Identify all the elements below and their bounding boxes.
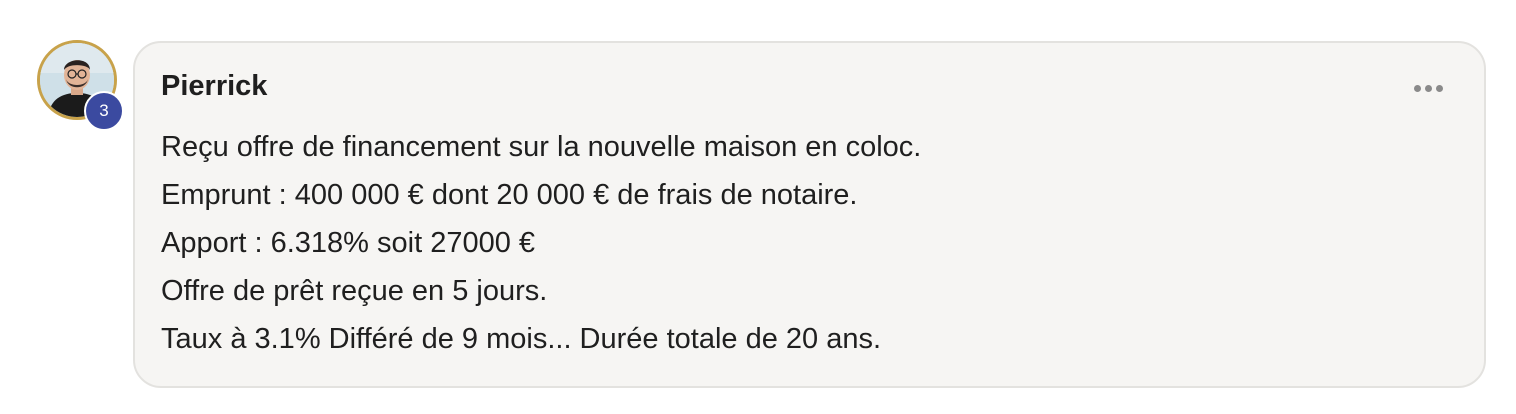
avatar-container[interactable]: 3 — [37, 40, 124, 131]
comment-line: Apport : 6.318% soit 27000 € — [161, 227, 536, 259]
comment-thread: 3 Pierrick Reçu offre de financement sur… — [0, 0, 1516, 414]
more-horizontal-icon — [1424, 84, 1432, 92]
comment-line: Reçu offre de financement sur la nouvell… — [161, 131, 922, 163]
notification-badge: 3 — [84, 91, 124, 131]
more-horizontal-icon — [1435, 84, 1443, 92]
comment-bubble: Pierrick Reçu offre de financement sur l… — [133, 41, 1486, 388]
comment-line: Taux à 3.1% Différé de 9 mois... Durée t… — [161, 323, 882, 355]
comment-line: Offre de prêt reçue en 5 jours. — [161, 275, 548, 307]
more-options-button[interactable] — [1408, 76, 1448, 100]
author-name[interactable]: Pierrick — [161, 70, 267, 103]
comment-line: Emprunt : 400 000 € dont 20 000 € de fra… — [161, 179, 858, 211]
comment-body: Reçu offre de financement sur la nouvell… — [161, 123, 921, 363]
more-horizontal-icon — [1413, 84, 1421, 92]
